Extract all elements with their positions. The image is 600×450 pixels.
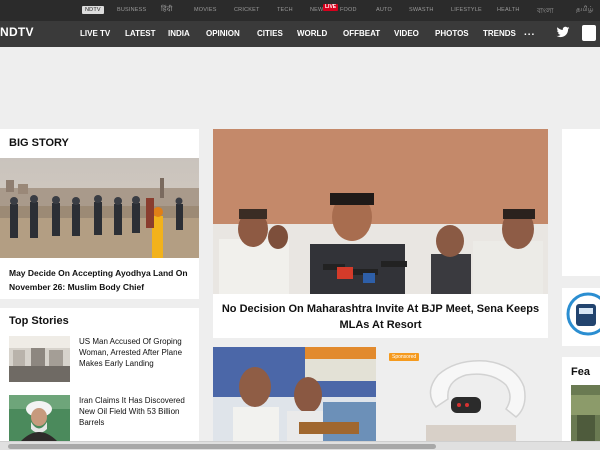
side-card[interactable] [562, 129, 600, 276]
big-story-headline[interactable]: May Decide On Accepting Ayodhya Land On … [9, 266, 194, 294]
sponsored-image [386, 347, 548, 450]
top-link-auto[interactable]: AUTO [376, 7, 392, 13]
nav-item-offbeat[interactable]: OFFBEAT [343, 29, 380, 38]
top-link-hindi[interactable]: हिंदी [161, 5, 172, 14]
live-badge: LIVE [323, 4, 339, 11]
sponsored-card[interactable]: Sponsored [386, 347, 548, 450]
nav-item-opinion[interactable]: OPINION [206, 29, 240, 38]
horizontal-scrollbar[interactable] [0, 441, 600, 450]
twitter-icon[interactable] [556, 25, 570, 39]
nav-item-trends[interactable]: TRENDS [483, 29, 516, 38]
facebook-icon[interactable] [582, 25, 596, 41]
nav-item-world[interactable]: WORLD [297, 29, 327, 38]
top-link-swasth[interactable]: SWASTH [409, 7, 434, 13]
top-link-movies[interactable]: MOVIES [194, 7, 217, 13]
story-headline[interactable]: US Man Accused Of Groping Woman, Arreste… [79, 336, 194, 369]
nav-item-photos[interactable]: PHOTOS [435, 29, 469, 38]
sponsored-badge: Sponsored [389, 353, 420, 361]
story-image [213, 347, 376, 450]
more-menu-button[interactable]: ... [524, 27, 535, 38]
nav-item-india[interactable]: INDIA [168, 29, 190, 38]
top-link-cricket[interactable]: CRICKET [234, 7, 260, 13]
big-story-heading: BIG STORY [9, 137, 69, 149]
main-story-image[interactable] [213, 129, 548, 294]
big-story-card: BIG STORY May Decide On Accepting Ayodhy… [0, 129, 199, 299]
side-card-icon [562, 288, 600, 346]
ndtv-logo[interactable]: NDTV [0, 25, 34, 39]
top-link-tech[interactable]: TECH [277, 7, 293, 13]
nav-item-live-tv[interactable]: LIVE TV [80, 29, 110, 38]
top-stories-heading: Top Stories [9, 315, 69, 327]
nav-item-video[interactable]: VIDEO [394, 29, 419, 38]
list-item[interactable]: US Man Accused Of Groping Woman, Arreste… [9, 336, 195, 382]
side-card[interactable] [562, 288, 600, 346]
main-story-headline[interactable]: No Decision On Maharashtra Invite At BJP… [221, 301, 540, 333]
top-link-health[interactable]: HEALTH [497, 7, 520, 13]
list-item[interactable]: Iran Claims It Has Discovered New Oil Fi… [9, 395, 195, 441]
nav-item-latest[interactable]: LATEST [125, 29, 156, 38]
story-card[interactable] [213, 347, 376, 450]
top-stories-card: Top Stories US Man Accused Of Groping Wo… [0, 308, 199, 450]
feature-heading: Fea [571, 366, 590, 378]
top-link-bangla[interactable]: বাংলা [537, 5, 554, 17]
top-link-tamil[interactable]: தமிழ் [576, 5, 594, 14]
top-sites-bar: NDTV BUSINESS हिंदी MOVIES CRICKET TECH … [0, 0, 600, 21]
top-link-new[interactable]: NEW [310, 7, 323, 13]
top-link-lifestyle[interactable]: LIFESTYLE [451, 7, 482, 13]
nav-item-cities[interactable]: CITIES [257, 29, 283, 38]
story-headline[interactable]: Iran Claims It Has Discovered New Oil Fi… [79, 395, 194, 428]
story-thumbnail[interactable] [9, 395, 70, 441]
top-link-business[interactable]: BUSINESS [117, 7, 146, 13]
big-story-image[interactable] [0, 158, 199, 258]
main-story-card: No Decision On Maharashtra Invite At BJP… [213, 129, 548, 338]
feature-image [571, 385, 600, 441]
story-thumbnail[interactable] [9, 336, 70, 382]
scrollbar-thumb[interactable] [8, 444, 436, 449]
main-nav-bar: NDTV LIVE TV LATEST INDIA OPINION CITIES… [0, 21, 600, 47]
page: NDTV BUSINESS हिंदी MOVIES CRICKET TECH … [0, 0, 600, 450]
feature-card[interactable]: Fea [562, 357, 600, 450]
top-link-ndtv[interactable]: NDTV [82, 6, 104, 14]
top-link-food[interactable]: FOOD [340, 7, 357, 13]
